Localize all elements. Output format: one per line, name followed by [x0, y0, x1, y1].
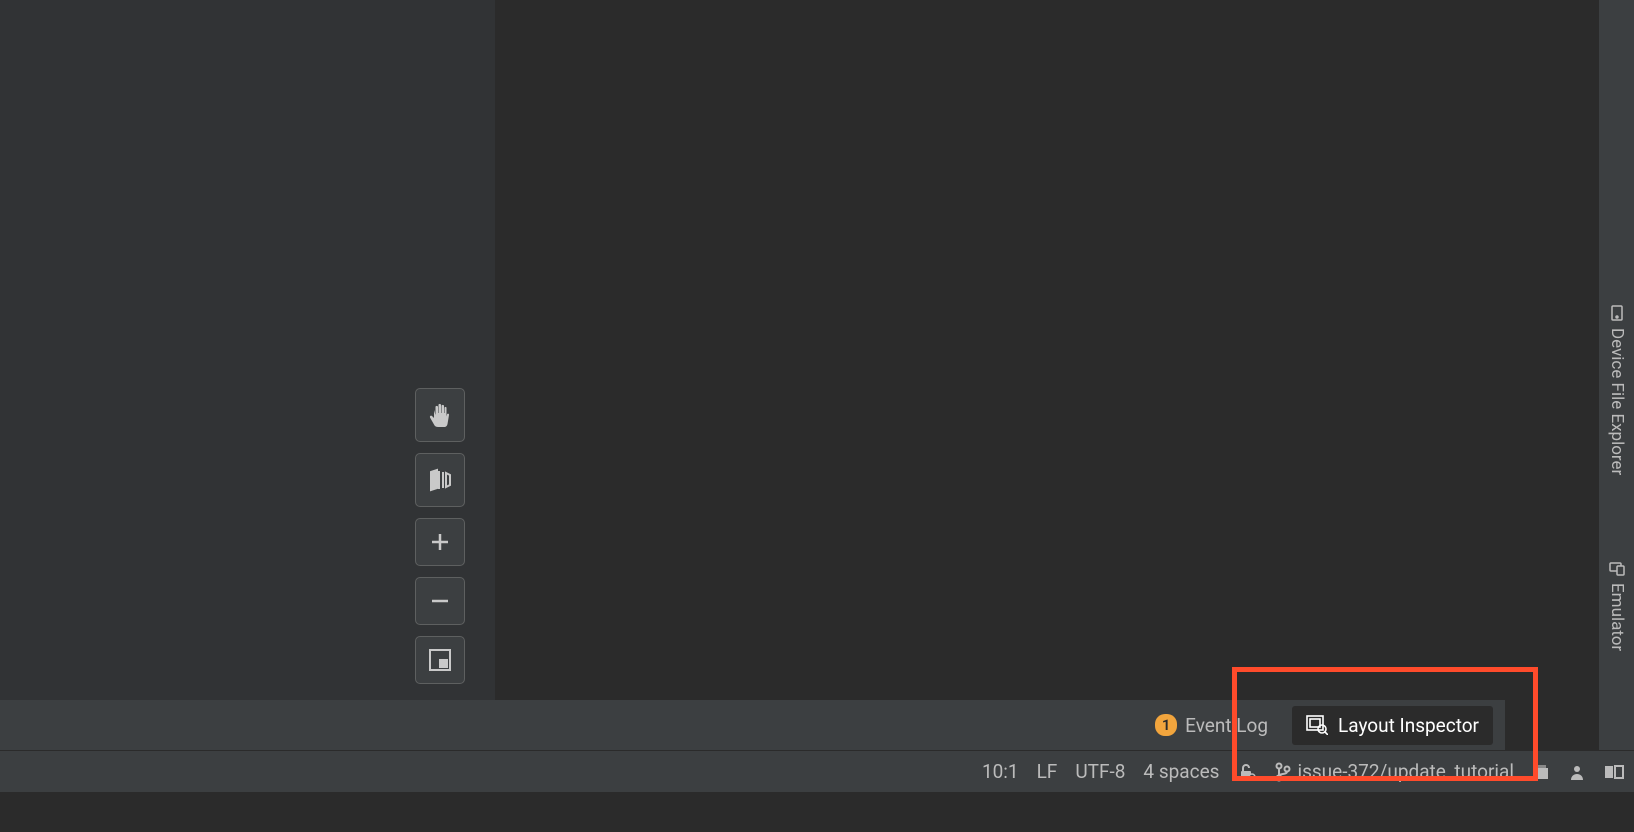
device-file-explorer-label: Device File Explorer	[1607, 328, 1627, 475]
status-icon-2[interactable]	[1568, 763, 1586, 781]
zoom-in-button[interactable]	[415, 518, 465, 566]
status-icon-3[interactable]	[1604, 763, 1624, 781]
zoom-out-button[interactable]	[415, 577, 465, 625]
branch-icon	[1275, 762, 1291, 782]
device-icon	[1609, 305, 1625, 321]
indent-setting[interactable]: 4 spaces	[1143, 760, 1219, 783]
split-icon	[1604, 763, 1624, 781]
emulator-tab[interactable]: Emulator	[1607, 560, 1627, 651]
editor-panel	[497, 0, 1503, 700]
layout-inspector-button[interactable]: Layout Inspector	[1292, 706, 1493, 745]
person-icon	[1568, 763, 1586, 781]
unlock-gear-icon	[1237, 762, 1257, 782]
layout-inspector-icon	[1306, 715, 1328, 735]
emulator-icon	[1609, 560, 1625, 576]
emulator-label: Emulator	[1607, 583, 1627, 651]
event-log-label: Event Log	[1185, 714, 1268, 737]
right-sidebar: Device File Explorer Emulator	[1598, 0, 1634, 750]
pan-tool-button[interactable]	[415, 388, 465, 442]
bottom-tool-bar: 1 Event Log Layout Inspector	[0, 700, 1505, 750]
status-bar: 10:1 LF UTF-8 4 spaces issue-372/update_…	[0, 750, 1634, 792]
file-encoding[interactable]: UTF-8	[1075, 760, 1125, 783]
fit-icon	[429, 649, 451, 671]
minus-icon	[431, 592, 449, 610]
layout-inspector-label: Layout Inspector	[1338, 714, 1479, 737]
three-d-view-button[interactable]	[415, 453, 465, 507]
design-tool-strip	[415, 388, 465, 684]
device-file-explorer-tab[interactable]: Device File Explorer	[1607, 305, 1627, 475]
hand-icon	[429, 403, 451, 427]
branch-name: issue-372/update_tutorial	[1297, 760, 1514, 783]
line-ending[interactable]: LF	[1037, 760, 1058, 783]
event-log-badge: 1	[1155, 714, 1177, 736]
box-icon	[1532, 763, 1550, 781]
status-icon-1[interactable]	[1532, 763, 1550, 781]
event-log-button[interactable]: 1 Event Log	[1155, 714, 1268, 737]
plus-icon	[431, 533, 449, 551]
read-only-toggle[interactable]	[1237, 762, 1257, 782]
fit-screen-button[interactable]	[415, 636, 465, 684]
stack-icon	[428, 468, 452, 492]
cursor-position[interactable]: 10:1	[982, 760, 1019, 783]
git-branch[interactable]: issue-372/update_tutorial	[1275, 760, 1514, 783]
